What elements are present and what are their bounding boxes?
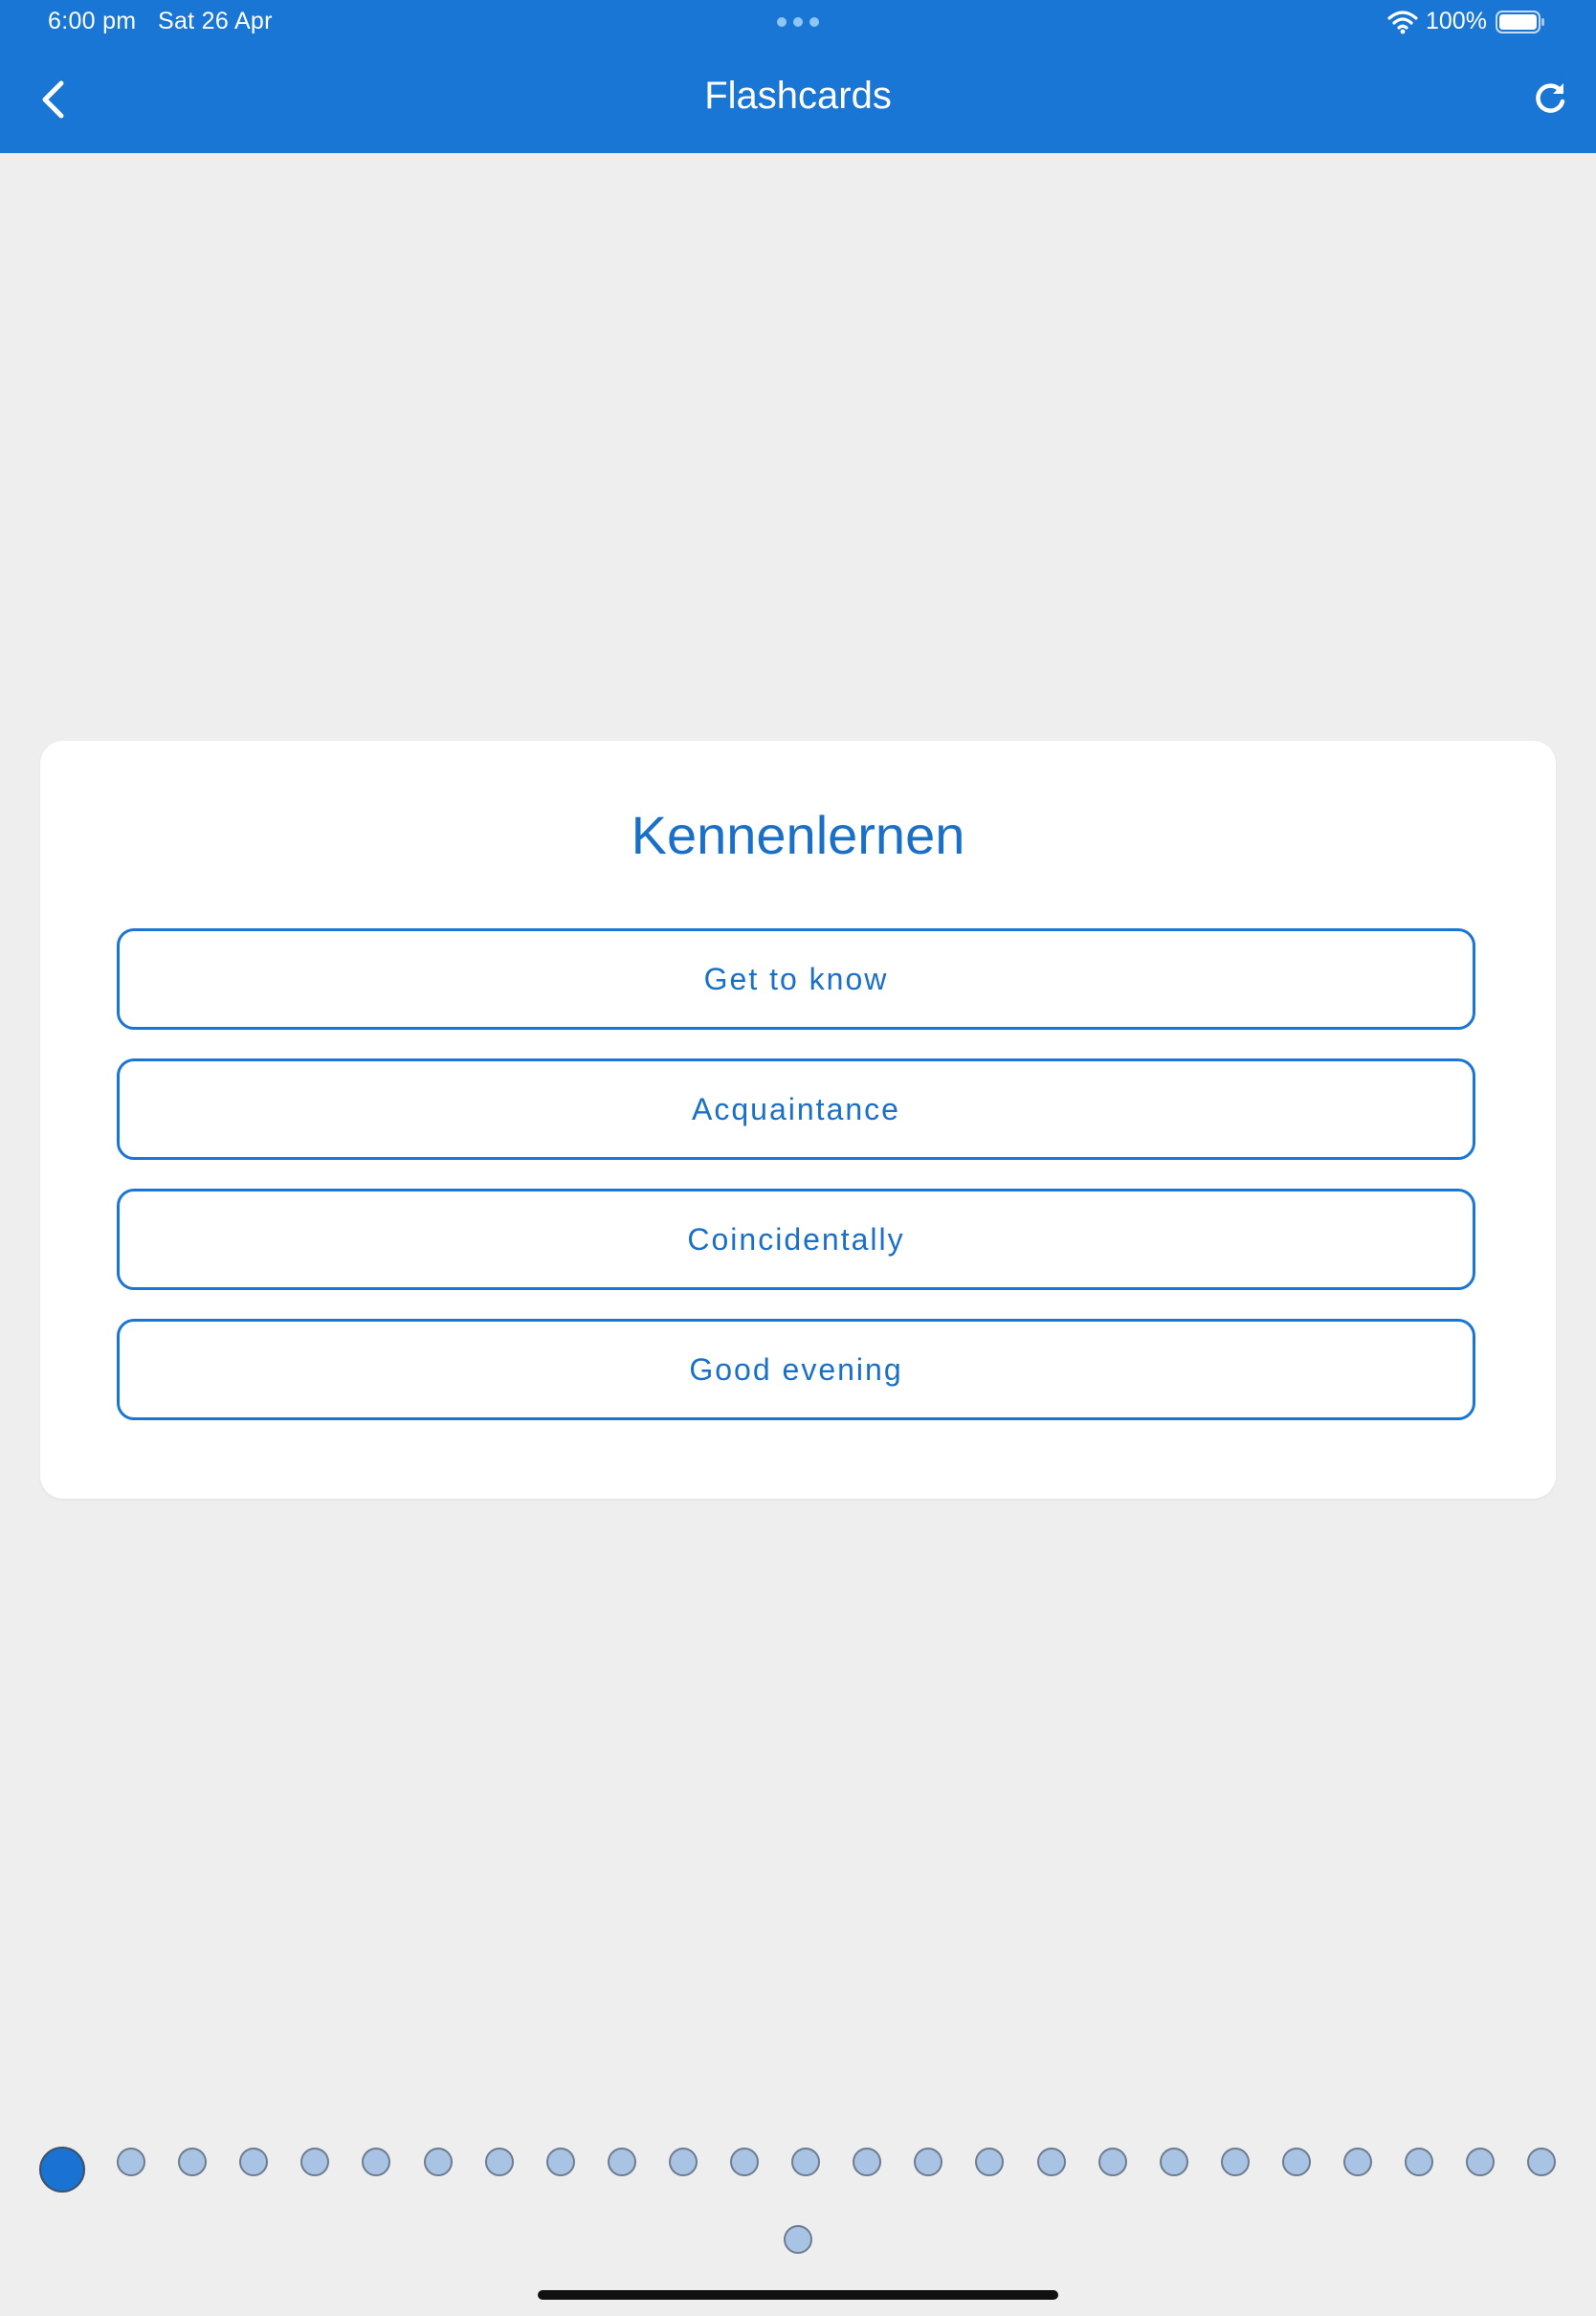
page-dot-4[interactable] (239, 2148, 269, 2176)
battery-icon (1496, 11, 1544, 33)
page-dot-6[interactable] (362, 2148, 391, 2176)
page-dot-3[interactable] (178, 2148, 208, 2176)
page-dot-19[interactable] (1159, 2148, 1188, 2176)
page-dot-23[interactable] (1405, 2148, 1434, 2176)
answer-option-1[interactable]: Get to know (117, 928, 1475, 1030)
page-dot-24[interactable] (1466, 2148, 1496, 2176)
status-time: 6:00 pm (48, 8, 137, 34)
page-title: Flashcards (704, 75, 892, 117)
multitasking-dots-icon[interactable] (777, 17, 819, 27)
page-dot-9[interactable] (545, 2148, 575, 2176)
refresh-icon (1536, 83, 1565, 113)
page-dot-8[interactable] (484, 2148, 514, 2176)
page-dot-5[interactable] (300, 2148, 330, 2176)
page-dot-20[interactable] (1220, 2148, 1250, 2176)
page-dot-22[interactable] (1343, 2148, 1372, 2176)
wifi-icon (1387, 11, 1418, 34)
page-dot-21[interactable] (1281, 2148, 1311, 2176)
page-dot-26[interactable] (784, 2225, 812, 2254)
battery-percent: 100% (1426, 8, 1487, 34)
answer-option-4[interactable]: Good evening (117, 1319, 1475, 1420)
answer-option-3[interactable]: Coincidentally (117, 1189, 1475, 1290)
page-dot-10[interactable] (607, 2148, 636, 2176)
page-dot-12[interactable] (730, 2148, 759, 2176)
page-dot-13[interactable] (791, 2148, 821, 2176)
flashcard-word: Kennenlernen (631, 805, 965, 865)
page-dot-15[interactable] (914, 2148, 943, 2176)
page-dot-2[interactable] (117, 2148, 145, 2176)
answer-option-2[interactable]: Acquaintance (117, 1058, 1475, 1160)
top-bar: 6:00 pm Sat 26 Apr 100% Flashcards (0, 0, 1596, 153)
home-indicator (538, 2290, 1058, 2300)
page-dot-18[interactable] (1097, 2148, 1127, 2176)
page-dot-17[interactable] (1036, 2148, 1066, 2176)
page-dot-7[interactable] (423, 2148, 453, 2176)
page-dot-1[interactable] (39, 2147, 85, 2193)
page-dot-25[interactable] (1527, 2148, 1557, 2176)
status-date: Sat 26 Apr (158, 8, 273, 34)
refresh-button[interactable] (1527, 77, 1573, 122)
page-dot-14[interactable] (853, 2148, 882, 2176)
page-dot-16[interactable] (975, 2148, 1005, 2176)
page-dot-11[interactable] (668, 2148, 698, 2176)
flashcard: Kennenlernen Get to know Acquaintance Co… (40, 741, 1556, 1499)
